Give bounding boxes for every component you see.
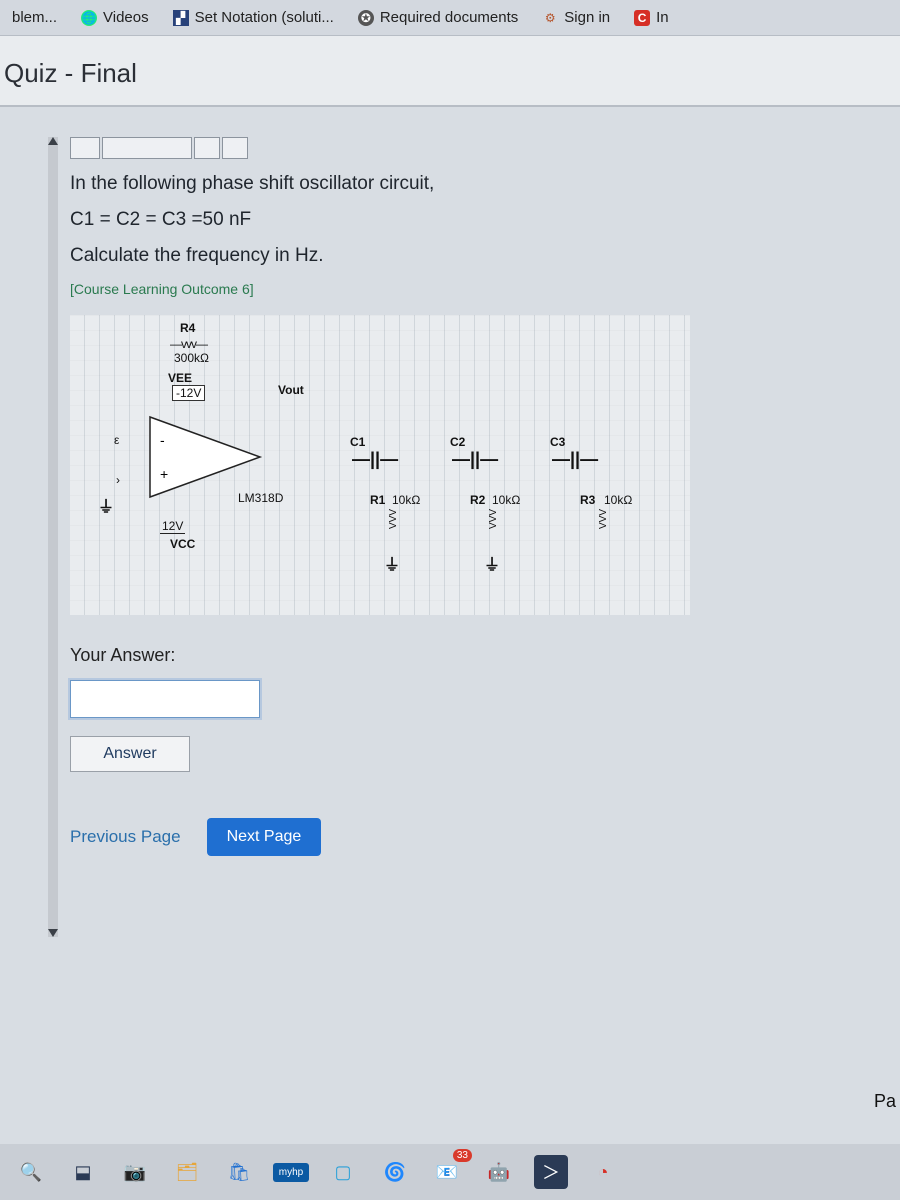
scroll-down-icon[interactable] xyxy=(48,929,58,937)
pin-label: ε xyxy=(114,433,119,447)
circuit-diagram: R4 ―vvv― 300kΩ VEE -12V Vout - + ε › LM3… xyxy=(70,315,690,615)
component-value: -12V xyxy=(172,385,205,401)
tab-sign-in[interactable]: ⚙ Sign in xyxy=(534,5,618,30)
scrollbar[interactable] xyxy=(48,137,58,937)
toolbar-button[interactable] xyxy=(70,137,100,159)
ground-icon: ⏚ xyxy=(98,493,114,517)
toolbar-button[interactable] xyxy=(194,137,220,159)
compass-icon: ✪ xyxy=(358,10,374,26)
toolbar-dropdown[interactable] xyxy=(102,137,192,159)
answer-button[interactable]: Answer xyxy=(70,736,190,772)
tab-label: blem... xyxy=(12,9,57,26)
component-value: 12V xyxy=(160,519,185,534)
gear-icon: ⚙ xyxy=(542,10,558,26)
answer-label: Your Answer: xyxy=(70,645,830,666)
resistor-icon: ―vvv― xyxy=(170,337,207,351)
answer-section: Your Answer: Answer xyxy=(70,645,830,772)
store-icon[interactable]: 🛍 xyxy=(222,1155,256,1189)
component-label: R1 xyxy=(370,493,385,507)
mail-icon[interactable]: 📧 xyxy=(430,1155,464,1189)
question-block: In the following phase shift oscillator … xyxy=(70,173,830,856)
component-label: C2 xyxy=(450,435,465,449)
facetime-icon[interactable]: ▢ xyxy=(326,1155,360,1189)
taskbar: 🔍 ⬓ 📷 🗂 🛍 myhp ▢ 🌀 📧 🤖 ＞ ◔ xyxy=(0,1144,900,1200)
component-value: 10kΩ xyxy=(492,493,520,507)
previous-page-link[interactable]: Previous Page xyxy=(70,827,181,847)
tab-problem[interactable]: blem... xyxy=(4,5,65,30)
ground-icon: ⏚ xyxy=(384,551,400,575)
tab-required-docs[interactable]: ✪ Required documents xyxy=(350,5,526,30)
tab-in[interactable]: C In xyxy=(626,5,677,30)
resistor-icon: ɅɅɅ xyxy=(596,509,607,529)
editor-toolbar xyxy=(70,137,890,159)
globe-icon: 🌐 xyxy=(81,10,97,26)
component-value: 10kΩ xyxy=(392,493,420,507)
resistor-icon: ɅɅɅ xyxy=(486,509,497,529)
ground-icon: ⏚ xyxy=(484,551,500,575)
component-value: 10kΩ xyxy=(604,493,632,507)
component-label: R4 xyxy=(180,321,195,335)
net-label: Vout xyxy=(278,383,304,397)
component-label: C3 xyxy=(550,435,565,449)
camera-icon[interactable]: 📷 xyxy=(118,1155,152,1189)
chip-label: LM318D xyxy=(238,491,283,505)
question-text: In the following phase shift oscillator … xyxy=(70,173,830,195)
tab-videos[interactable]: 🌐 Videos xyxy=(73,5,157,30)
component-label: VCC xyxy=(170,537,195,551)
file-explorer-icon[interactable]: 🗂 xyxy=(170,1155,204,1189)
assistant-icon[interactable]: 🤖 xyxy=(482,1155,516,1189)
c-icon: C xyxy=(634,10,650,26)
truncated-text: Pa xyxy=(874,1091,896,1112)
scroll-up-icon[interactable] xyxy=(48,137,58,145)
task-view-icon[interactable]: ⬓ xyxy=(66,1155,100,1189)
app-icon[interactable]: ◔ xyxy=(586,1155,620,1189)
next-page-button[interactable]: Next Page xyxy=(207,818,322,856)
terminal-icon[interactable]: ＞ xyxy=(534,1155,568,1189)
hp-app-icon[interactable]: myhp xyxy=(274,1155,308,1189)
component-label: C1 xyxy=(350,435,365,449)
content-area: In the following phase shift oscillator … xyxy=(0,107,900,856)
capacitor-icon: ―||― xyxy=(552,449,598,470)
pager: Previous Page Next Page xyxy=(70,818,830,856)
component-label: R2 xyxy=(470,493,485,507)
tab-label: Sign in xyxy=(564,9,610,26)
component-label: VEE xyxy=(168,371,192,385)
page-title: Quiz - Final xyxy=(0,58,900,89)
component-label: R3 xyxy=(580,493,595,507)
question-text: Calculate the frequency in Hz. xyxy=(70,245,830,267)
resistor-icon: ɅɅɅ xyxy=(386,509,397,529)
component-value: 300kΩ xyxy=(174,351,209,365)
svg-text:-: - xyxy=(160,432,165,448)
browser-icon[interactable]: 🌀 xyxy=(378,1155,412,1189)
pin-label: › xyxy=(116,473,120,487)
svg-text:+: + xyxy=(160,466,168,482)
page-header: Quiz - Final xyxy=(0,36,900,107)
capacitor-icon: ―||― xyxy=(452,449,498,470)
answer-input[interactable] xyxy=(70,680,260,718)
search-icon[interactable]: 🔍 xyxy=(14,1155,48,1189)
tab-label: Videos xyxy=(103,9,149,26)
tab-label: Required documents xyxy=(380,9,518,26)
capacitor-icon: ―||― xyxy=(352,449,398,470)
tab-label: Set Notation (soluti... xyxy=(195,9,334,26)
course-outcome-label: [Course Learning Outcome 6] xyxy=(70,281,830,297)
tab-set-notation[interactable]: ▞ Set Notation (soluti... xyxy=(165,5,342,30)
question-text: C1 = C2 = C3 =50 nF xyxy=(70,209,830,231)
doc-icon: ▞ xyxy=(173,10,189,26)
browser-tab-strip: blem... 🌐 Videos ▞ Set Notation (soluti.… xyxy=(0,0,900,36)
tab-label: In xyxy=(656,9,669,26)
toolbar-button[interactable] xyxy=(222,137,248,159)
